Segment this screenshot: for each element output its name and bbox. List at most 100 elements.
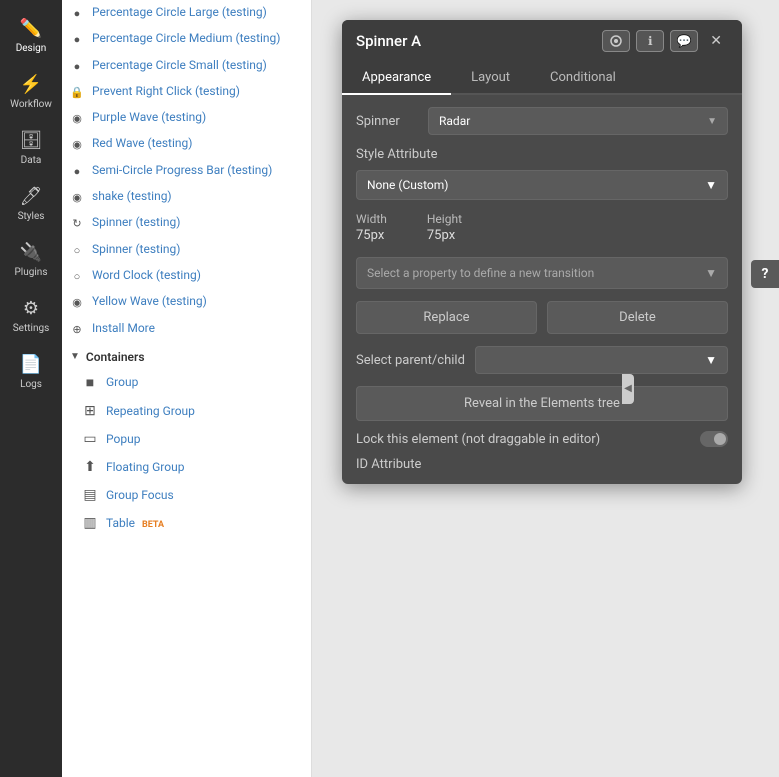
wave-icon: ◉ [70,296,84,310]
group-item[interactable]: ■ Group [62,368,311,397]
table-item[interactable]: ▥ Table BETA [62,509,311,537]
group-focus-item[interactable]: ▤ Group Focus [62,481,311,509]
item-label: Percentage Circle Large (testing) [92,5,267,21]
modal-title: Spinner A [356,32,594,50]
preview-button[interactable] [602,30,630,52]
comment-button[interactable]: 💬 [670,30,698,52]
id-attr-label: ID Attribute [356,457,728,472]
sidebar-item-design[interactable]: ✏️ Design [0,8,62,64]
replace-button[interactable]: Replace [356,301,537,334]
plugin-list-panel: ● Percentage Circle Large (testing) ● Pe… [62,0,312,777]
styles-label: Styles [18,211,45,222]
item-label: Percentage Circle Small (testing) [92,58,267,74]
modal-body: Spinner Radar ▼ Style Attribute None (Cu… [342,95,742,484]
floating-group-item[interactable]: ⬆ Floating Group [62,453,311,481]
item-label: Install More [92,321,155,337]
action-buttons: Replace Delete [356,301,728,334]
wave-icon: ◉ [70,138,84,152]
collapse-handle[interactable]: ◀ [622,374,634,404]
style-attr-select[interactable]: None (Custom) ▼ [356,170,728,200]
popup-icon: ▭ [82,431,98,447]
item-label: Semi-Circle Progress Bar (testing) [92,163,272,179]
design-icon: ✏️ [20,18,42,39]
plus-circle-icon: ⊕ [70,323,84,337]
workflow-label: Workflow [10,99,52,110]
lock-label: Lock this element (not draggable in edit… [356,432,600,447]
list-item[interactable]: ● Semi-Circle Progress Bar (testing) [62,158,311,184]
item-label: Floating Group [106,460,184,474]
help-button[interactable]: ? [751,260,779,288]
chevron-down-icon: ▼ [705,178,717,192]
item-label: Word Clock (testing) [92,268,201,284]
parent-child-row: Select parent/child ▼ [356,346,728,374]
spinner-label: Spinner [356,114,416,129]
list-item[interactable]: 🔒 Prevent Right Click (testing) [62,79,311,105]
modal-panel: Spinner A ℹ 💬 ✕ Appearance Layout Condit… [342,20,742,484]
styles-icon: 🖊 [20,186,43,207]
circle-outline-icon: ○ [70,270,84,284]
containers-section-header[interactable]: ▼ Containers [62,342,311,368]
item-label: shake (testing) [92,189,172,205]
item-label: Percentage Circle Medium (testing) [92,31,280,47]
circle-icon: ● [70,7,84,21]
list-item[interactable]: ○ Word Clock (testing) [62,263,311,289]
floating-group-icon: ⬆ [82,459,98,475]
tab-layout[interactable]: Layout [451,62,530,95]
logs-icon: 📄 [20,354,42,375]
circle-icon: ● [70,165,84,179]
table-icon: ▥ [82,515,98,531]
repeating-group-item[interactable]: ⊞ Repeating Group [62,397,311,425]
popup-item[interactable]: ▭ Popup [62,425,311,453]
install-more-item[interactable]: ⊕ Install More [62,316,311,342]
lock-icon: 🔒 [70,86,84,100]
list-item[interactable]: ◉ Purple Wave (testing) [62,105,311,131]
delete-button[interactable]: Delete [547,301,728,334]
sidebar-item-plugins[interactable]: 🔌 Plugins [0,232,62,288]
list-item[interactable]: ● Percentage Circle Small (testing) [62,53,311,79]
repeating-group-icon: ⊞ [82,403,98,419]
circle-icon: ● [70,33,84,47]
list-item[interactable]: ◉ Yellow Wave (testing) [62,289,311,315]
list-item[interactable]: ● Percentage Circle Large (testing) [62,0,311,26]
logs-label: Logs [20,379,42,390]
item-label: Repeating Group [106,404,195,418]
transition-placeholder: Select a property to define a new transi… [367,266,594,280]
lock-row: Lock this element (not draggable in edit… [356,431,728,447]
sidebar-item-logs[interactable]: 📄 Logs [0,344,62,400]
info-button[interactable]: ℹ [636,30,664,52]
plugins-icon: 🔌 [20,242,42,263]
main-canvas: ◀ Spinner A ℹ 💬 ✕ [312,0,779,777]
list-item[interactable]: ● Percentage Circle Medium (testing) [62,26,311,52]
data-icon: 🗄 [20,130,43,151]
parent-child-select[interactable]: ▼ [475,346,728,374]
tab-appearance[interactable]: Appearance [342,62,451,95]
sidebar-item-data[interactable]: 🗄 Data [0,120,62,176]
modal-tabs: Appearance Layout Conditional [342,62,742,95]
list-item[interactable]: ◉ Red Wave (testing) [62,131,311,157]
list-item[interactable]: ↻ Spinner (testing) [62,210,311,236]
wave-icon: ◉ [70,112,84,126]
transition-select[interactable]: Select a property to define a new transi… [356,257,728,289]
height-label: Height [427,212,462,226]
chevron-down-icon: ▼ [707,116,717,127]
list-item[interactable]: ○ Spinner (testing) [62,237,311,263]
item-label: Red Wave (testing) [92,136,192,152]
wave-icon: ◉ [70,191,84,205]
lock-toggle[interactable] [700,431,728,447]
reveal-elements-button[interactable]: Reveal in the Elements tree [356,386,728,421]
item-label: Spinner (testing) [92,242,180,258]
sidebar-item-styles[interactable]: 🖊 Styles [0,176,62,232]
parent-child-label: Select parent/child [356,353,465,368]
item-label: Purple Wave (testing) [92,110,206,126]
spinner-select[interactable]: Radar ▼ [428,107,728,135]
tab-conditional[interactable]: Conditional [530,62,636,95]
sidebar-item-settings[interactable]: ⚙ Settings [0,288,62,344]
close-button[interactable]: ✕ [704,31,728,51]
design-label: Design [16,43,47,54]
data-label: Data [21,155,42,166]
list-item[interactable]: ◉ shake (testing) [62,184,311,210]
item-label: Group [106,375,138,389]
spinner-icon: ↻ [70,217,84,231]
group-icon: ■ [82,374,98,391]
sidebar-item-workflow[interactable]: ⚡ Workflow [0,64,62,120]
